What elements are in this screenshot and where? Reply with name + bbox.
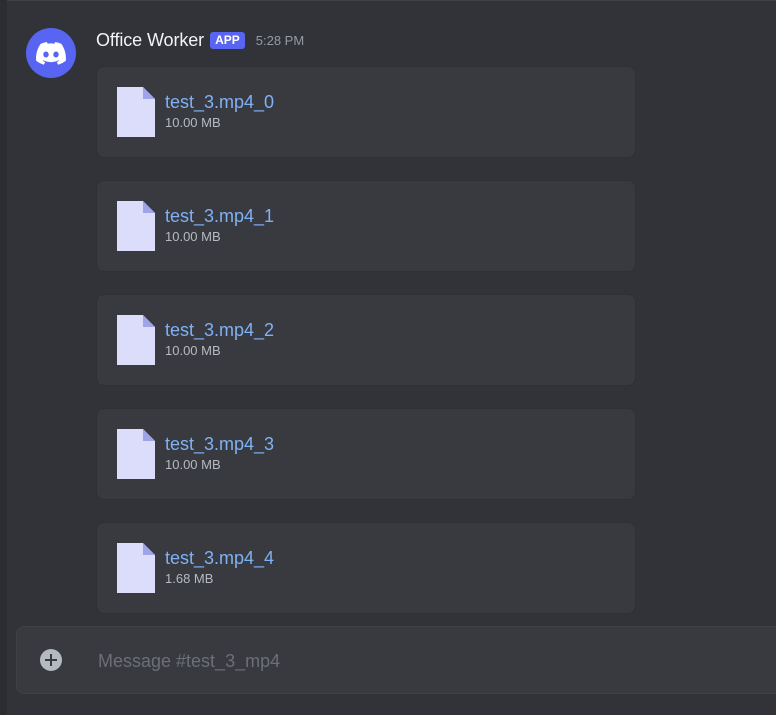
message-header: Office Worker APP 5:28 PM — [96, 28, 304, 52]
message-input[interactable] — [96, 645, 720, 677]
divider — [7, 0, 776, 1]
file-icon[interactable] — [117, 201, 155, 251]
file-attachment: test_3.mp4_0 10.00 MB — [96, 66, 636, 158]
file-attachment: test_3.mp4_1 10.00 MB — [96, 180, 636, 272]
attachment-list: test_3.mp4_0 10.00 MB test_3.mp4_1 10.00… — [96, 66, 636, 636]
file-icon[interactable] — [117, 429, 155, 479]
file-attachment: test_3.mp4_2 10.00 MB — [96, 294, 636, 386]
file-name-link[interactable]: test_3.mp4_0 — [165, 91, 274, 113]
timestamp: 5:28 PM — [255, 32, 305, 48]
file-size: 10.00 MB — [165, 343, 221, 358]
file-size: 1.68 MB — [165, 571, 214, 586]
app-badge: APP — [210, 31, 245, 49]
add-attachment-button[interactable] — [40, 649, 62, 671]
file-icon[interactable] — [117, 315, 155, 365]
file-size: 10.00 MB — [165, 457, 221, 472]
file-name-link[interactable]: test_3.mp4_1 — [165, 205, 274, 227]
file-name-link[interactable]: test_3.mp4_4 — [165, 547, 274, 569]
username[interactable]: Office Worker — [96, 30, 204, 51]
file-attachment: test_3.mp4_4 1.68 MB — [96, 522, 636, 614]
file-name-link[interactable]: test_3.mp4_3 — [165, 433, 274, 455]
plus-circle-icon — [45, 654, 57, 666]
file-icon[interactable] — [117, 87, 155, 137]
file-name-link[interactable]: test_3.mp4_2 — [165, 319, 274, 341]
sidebar-edge — [0, 0, 7, 715]
avatar[interactable] — [26, 28, 76, 78]
discord-logo-icon — [36, 41, 66, 65]
message-composer — [16, 626, 776, 694]
file-size: 10.00 MB — [165, 229, 221, 244]
file-icon[interactable] — [117, 543, 155, 593]
file-attachment: test_3.mp4_3 10.00 MB — [96, 408, 636, 500]
file-size: 10.00 MB — [165, 115, 221, 130]
